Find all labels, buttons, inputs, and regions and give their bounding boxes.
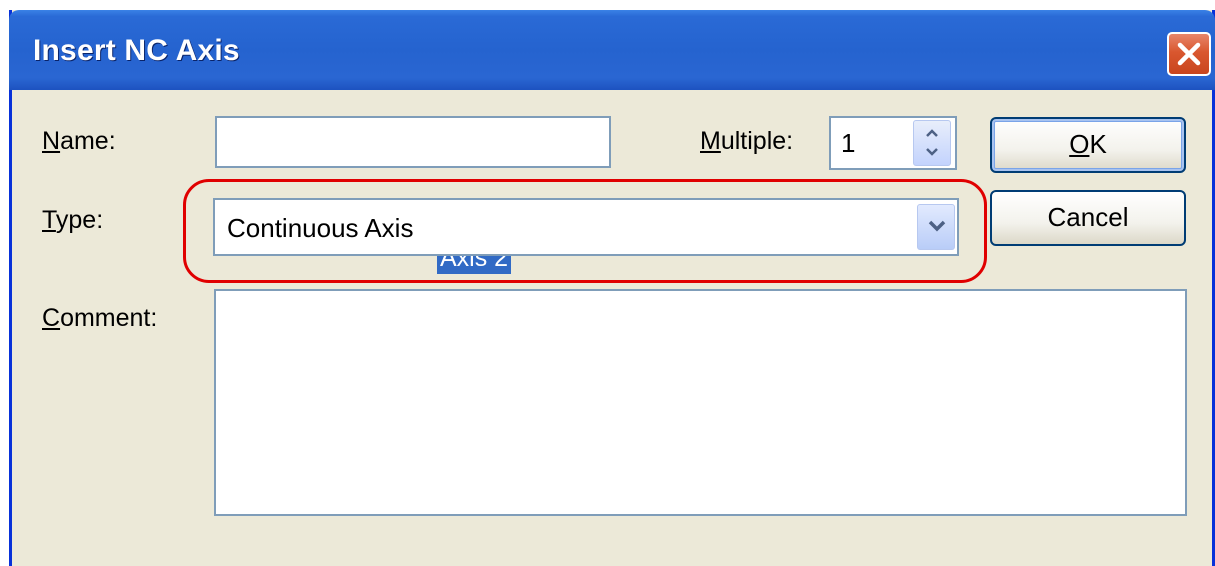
name-input[interactable]: Axis 2 [215,116,611,274]
multiple-stepper[interactable]: 1 [829,116,957,170]
title-bar[interactable]: Insert NC Axis [9,10,1215,90]
arrow-down-icon [926,148,938,156]
type-select[interactable]: Continuous Axis [213,198,959,256]
close-button[interactable] [1167,32,1211,76]
multiple-label: Multiple: [700,127,794,155]
multiple-value: 1 [841,128,856,158]
dialog-title: Insert NC Axis [33,34,240,67]
comment-label: Comment: [42,304,158,332]
close-icon [1177,42,1201,66]
type-select-value: Continuous Axis [227,213,414,243]
chevron-down-icon [928,220,946,232]
arrow-up-icon [926,129,938,137]
spin-down-button[interactable] [914,143,950,165]
comment-field[interactable] [214,289,1187,516]
type-label: Type: [42,206,104,234]
ok-button[interactable]: OK [990,117,1186,173]
spin-up-button[interactable] [914,121,950,143]
multiple-spin-buttons [913,120,951,166]
cancel-button[interactable]: Cancel [990,190,1186,246]
type-dropdown-button[interactable] [917,204,955,250]
name-label: Name: [42,127,116,155]
